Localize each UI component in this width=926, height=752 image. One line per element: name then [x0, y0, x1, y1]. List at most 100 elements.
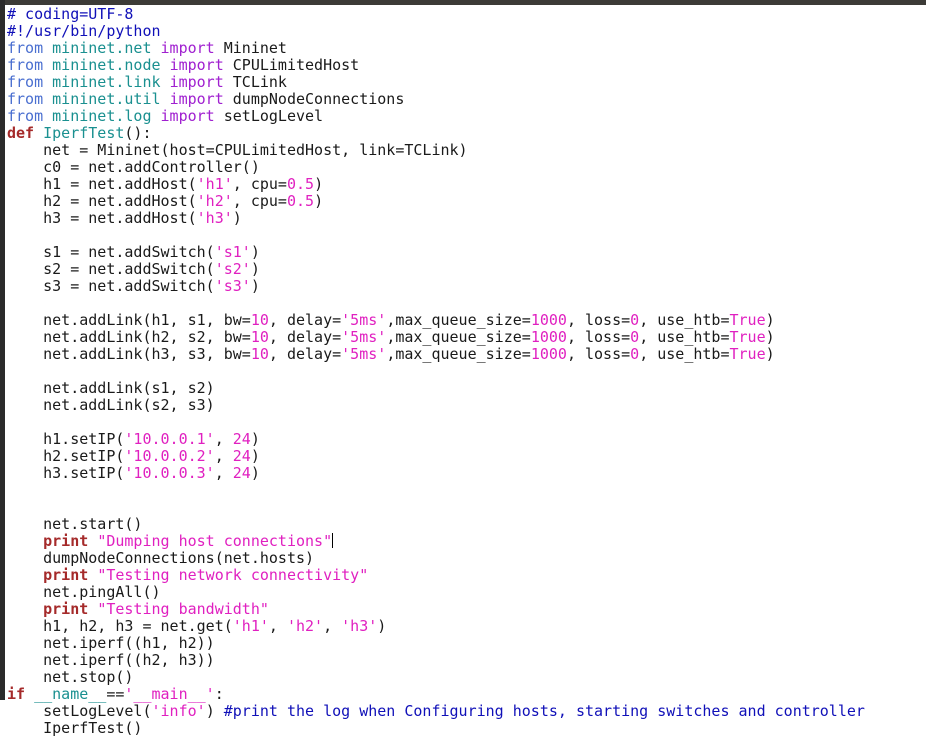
code-line[interactable]: h1 = net.addHost('h1', cpu=0.5): [7, 176, 865, 193]
token-text: net = Mininet(host=CPULimitedHost, link=…: [7, 141, 468, 159]
code-line[interactable]: [7, 363, 865, 380]
code-line[interactable]: net.stop(): [7, 669, 865, 686]
code-line[interactable]: h1.setIP('10.0.0.1', 24): [7, 431, 865, 448]
code-line[interactable]: [7, 295, 865, 312]
code-line[interactable]: s1 = net.addSwitch('s1'): [7, 244, 865, 261]
token-str: "Testing bandwidth": [97, 600, 269, 618]
code-line[interactable]: net.addLink(h2, s2, bw=10, delay='5ms',m…: [7, 329, 865, 346]
code-line[interactable]: [7, 414, 865, 431]
code-line[interactable]: # coding=UTF-8: [7, 6, 865, 23]
token-kw: print: [43, 566, 89, 584]
code-line[interactable]: dumpNodeConnections(net.hosts): [7, 550, 865, 567]
code-line[interactable]: net.iperf((h2, h3)): [7, 652, 865, 669]
token-str: 'h3': [196, 209, 233, 227]
code-line[interactable]: setLogLevel('info') #print the log when …: [7, 703, 865, 720]
token-mod: mininet.net: [52, 39, 152, 57]
token-text: ): [765, 328, 775, 346]
token-text: ,: [214, 430, 233, 448]
code-line[interactable]: net.pingAll(): [7, 584, 865, 601]
code-line[interactable]: net = Mininet(host=CPULimitedHost, link=…: [7, 142, 865, 159]
code-line[interactable]: [7, 499, 865, 516]
token-text: h2 = net.addHost(: [7, 192, 197, 210]
code-line[interactable]: h3 = net.addHost('h3'): [7, 210, 865, 227]
code-line[interactable]: from mininet.util import dumpNodeConnect…: [7, 91, 865, 108]
code-line[interactable]: net.iperf((h1, h2)): [7, 635, 865, 652]
code-line[interactable]: net.addLink(s2, s3): [7, 397, 865, 414]
token-text: s3 = net.addSwitch(: [7, 277, 215, 295]
code-line[interactable]: s3 = net.addSwitch('s3'): [7, 278, 865, 295]
token-text: net.pingAll(): [7, 583, 161, 601]
token-text: ): [250, 447, 260, 465]
code-line[interactable]: from mininet.link import TCLink: [7, 74, 865, 91]
code-line[interactable]: IperfTest(): [7, 720, 865, 737]
code-line[interactable]: h2.setIP('10.0.0.2', 24): [7, 448, 865, 465]
token-text: ():: [124, 124, 152, 142]
token-kw: print: [43, 600, 89, 618]
token-mod: mininet.node: [52, 56, 161, 74]
token-import: import: [169, 56, 224, 74]
token-text: h1 = net.addHost(: [7, 175, 197, 193]
code-line[interactable]: s2 = net.addSwitch('s2'): [7, 261, 865, 278]
code-line[interactable]: #!/usr/bin/python: [7, 23, 865, 40]
code-line[interactable]: net.addLink(s1, s2): [7, 380, 865, 397]
token-text: , delay=: [268, 311, 342, 329]
code-line[interactable]: net.addLink(h1, s1, bw=10, delay='5ms',m…: [7, 312, 865, 329]
token-text: net.addLink(h3, s3, bw=: [7, 345, 251, 363]
code-line[interactable]: net.addLink(h3, s3, bw=10, delay='5ms',m…: [7, 346, 865, 363]
token-str: '__main__': [124, 685, 215, 703]
code-line[interactable]: from mininet.node import CPULimitedHost: [7, 57, 865, 74]
token-text: ,max_queue_size=: [386, 345, 531, 363]
code-line[interactable]: print "Dumping host connections": [7, 533, 865, 550]
token-text: net.start(): [7, 515, 143, 533]
code-line[interactable]: h1, h2, h3 = net.get('h1', 'h2', 'h3'): [7, 618, 865, 635]
code-line[interactable]: print "Testing bandwidth": [7, 601, 865, 618]
token-from: from: [7, 56, 44, 74]
code-line[interactable]: [7, 482, 865, 499]
token-str: "Testing network connectivity": [97, 566, 369, 584]
token-num: 10: [250, 311, 269, 329]
code-line[interactable]: from mininet.log import setLogLevel: [7, 108, 865, 125]
token-comment: #!/usr/bin/python: [7, 22, 161, 40]
token-text: ,: [268, 617, 287, 635]
token-text: ): [314, 175, 324, 193]
token-import: import: [169, 90, 224, 108]
code-line[interactable]: [7, 227, 865, 244]
token-text: , cpu=: [232, 175, 287, 193]
code-line[interactable]: h3.setIP('10.0.0.3', 24): [7, 465, 865, 482]
code-line[interactable]: h2 = net.addHost('h2', cpu=0.5): [7, 193, 865, 210]
code-line[interactable]: print "Testing network connectivity": [7, 567, 865, 584]
token-mod: mininet.util: [52, 90, 161, 108]
token-text: ): [250, 243, 260, 261]
code-line[interactable]: if __name__=='__main__':: [7, 686, 865, 703]
token-text: dumpNodeConnections: [223, 90, 405, 108]
token-str: 'h1': [232, 617, 269, 635]
token-str: 'h1': [196, 175, 233, 193]
code-line[interactable]: net.start(): [7, 516, 865, 533]
code-line[interactable]: c0 = net.addController(): [7, 159, 865, 176]
token-text: ): [250, 277, 260, 295]
code-line[interactable]: from mininet.net import Mininet: [7, 40, 865, 57]
code-line[interactable]: def IperfTest():: [7, 125, 865, 142]
token-text: net.stop(): [7, 668, 134, 686]
token-text: ): [765, 345, 775, 363]
token-text: h3 = net.addHost(: [7, 209, 197, 227]
token-text: Mininet: [214, 39, 287, 57]
token-num: 1000: [530, 345, 567, 363]
token-import: import: [160, 107, 215, 125]
token-num: 1000: [530, 311, 567, 329]
code-editor[interactable]: # coding=UTF-8 #!/usr/bin/python from mini…: [7, 6, 865, 737]
token-text: h2.setIP(: [7, 447, 125, 465]
token-text: , use_htb=: [639, 311, 730, 329]
token-num: 10: [250, 328, 269, 346]
